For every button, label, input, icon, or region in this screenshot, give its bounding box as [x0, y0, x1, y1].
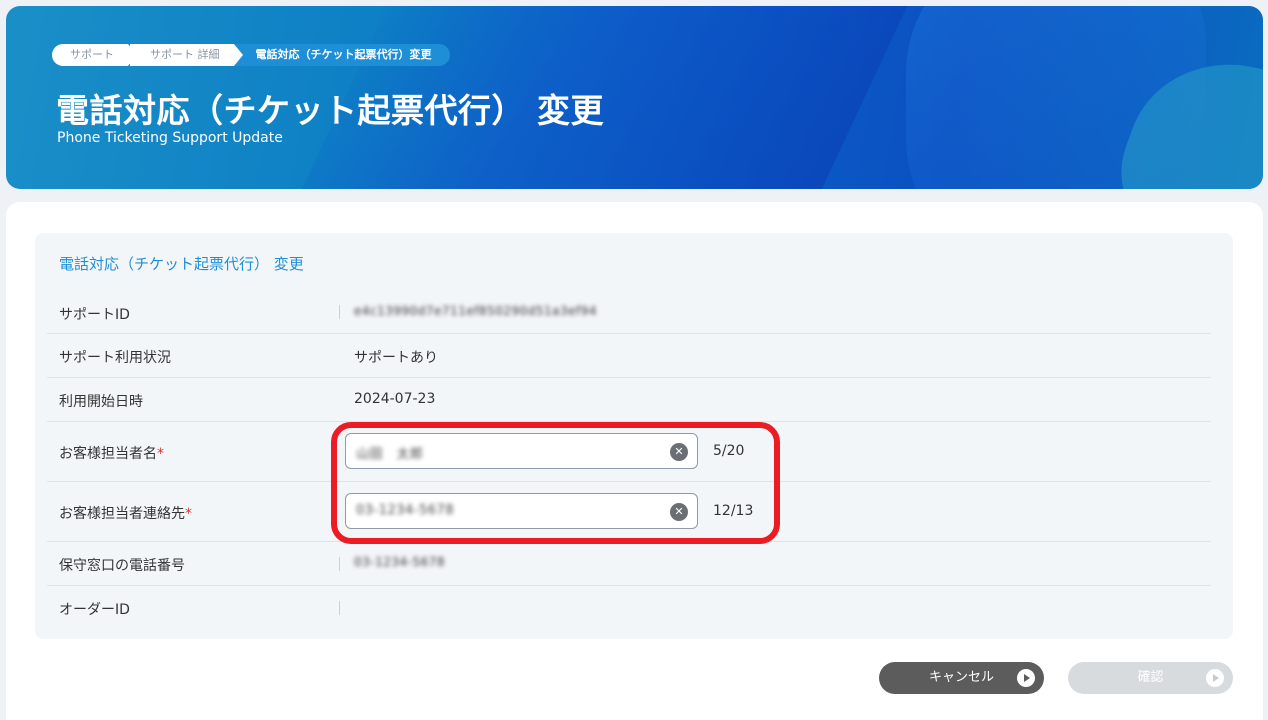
form-panel: 電話対応（チケット起票代行） 変更 サポートID e4c13990d7e711e… [35, 233, 1233, 639]
row-order-id: オーダーID [47, 586, 1211, 630]
row-label: オーダーID [59, 602, 130, 618]
clear-icon[interactable]: ✕ [670, 443, 688, 461]
maintenance-phone-value: 03-1234-5678 [354, 555, 446, 569]
row-usage-status: サポート利用状況 サポートあり [47, 334, 1211, 378]
row-label: 利用開始日時 [59, 394, 143, 410]
page-header: サポート サポート 詳細 電話対応（チケット起票代行）変更 電話対応（チケット起… [6, 6, 1263, 189]
clear-icon[interactable]: ✕ [670, 503, 688, 521]
customer-name-value: 山田 太郎 [356, 447, 424, 462]
cancel-button[interactable]: キャンセル [879, 662, 1044, 694]
cancel-button-label: キャンセル [928, 670, 994, 685]
breadcrumb-item-support[interactable]: サポート [52, 44, 137, 66]
row-label: サポートID [59, 307, 130, 323]
confirm-button[interactable]: 確認 [1068, 662, 1233, 694]
customer-contact-value: 03-1234-5678 [356, 503, 455, 518]
char-counter: 5/20 [713, 443, 745, 459]
page-subtitle: Phone Ticketing Support Update [57, 130, 283, 146]
row-support-id: サポートID e4c13990d7e711ef850290d51a3ef94 [47, 290, 1211, 334]
play-circle-icon [1017, 669, 1035, 687]
usage-status-value: サポートあり [354, 350, 438, 366]
breadcrumb-item-support-detail[interactable]: サポート 詳細 [130, 44, 242, 66]
label-text: お客様担当者連絡先 [59, 506, 185, 522]
breadcrumb-item-current: 電話対応（チケット起票代行）変更 [235, 44, 450, 66]
row-label: 保守窓口の電話番号 [59, 558, 185, 574]
start-date-value: 2024-07-23 [354, 391, 436, 407]
confirm-button-label: 確認 [1137, 670, 1164, 685]
customer-name-input[interactable]: 山田 太郎 ✕ [345, 433, 698, 469]
breadcrumb: サポート サポート 詳細 電話対応（チケット起票代行）変更 [52, 44, 452, 66]
page-title: 電話対応（チケット起票代行） 変更 [56, 91, 604, 130]
support-id-value: e4c13990d7e711ef850290d51a3ef94 [354, 304, 597, 318]
row-customer-name: お客様担当者名* 山田 太郎 ✕ 5/20 [47, 422, 1211, 482]
row-label: お客様担当者名* [59, 443, 164, 463]
divider [339, 305, 340, 319]
play-circle-icon [1206, 669, 1224, 687]
row-customer-contact: お客様担当者連絡先* 03-1234-5678 ✕ 12/13 [47, 482, 1211, 542]
row-label: サポート利用状況 [59, 350, 171, 366]
row-start-date: 利用開始日時 2024-07-23 [47, 378, 1211, 422]
required-mark: * [185, 506, 192, 522]
panel-title: 電話対応（チケット起票代行） 変更 [59, 255, 304, 273]
row-maintenance-phone: 保守窓口の電話番号 03-1234-5678 [47, 542, 1211, 586]
required-mark: * [157, 446, 164, 462]
customer-contact-input[interactable]: 03-1234-5678 ✕ [345, 493, 698, 529]
char-counter: 12/13 [713, 503, 754, 519]
label-text: お客様担当者名 [59, 446, 157, 462]
main-card: 電話対応（チケット起票代行） 変更 サポートID e4c13990d7e711e… [6, 202, 1263, 720]
row-label: お客様担当者連絡先* [59, 503, 192, 523]
divider [339, 601, 340, 615]
divider [339, 557, 340, 571]
